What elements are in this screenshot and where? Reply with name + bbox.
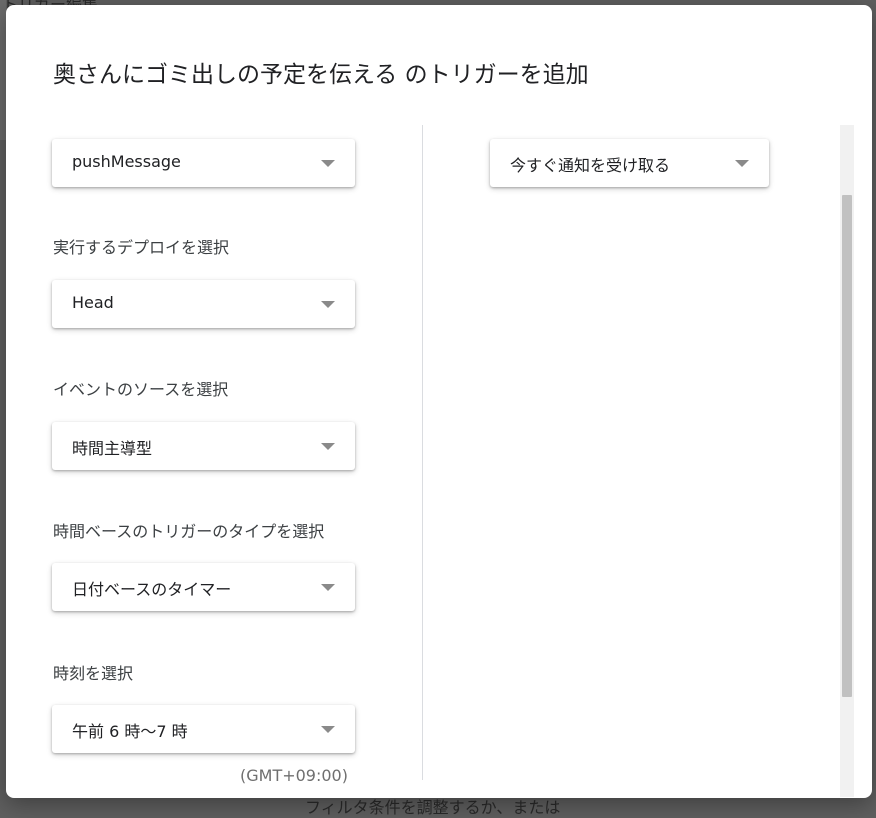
- triangle-down-icon: [735, 160, 749, 167]
- deployment-select-value: Head: [72, 293, 114, 312]
- scrollbar-thumb[interactable]: [842, 195, 852, 697]
- timezone-note: (GMT+09:00): [240, 766, 348, 785]
- time-label: 時刻を選択: [53, 664, 134, 683]
- triangle-down-icon: [321, 301, 335, 308]
- dialog-title: 奥さんにゴミ出しの予定を伝える のトリガーを追加: [53, 62, 589, 88]
- column-divider: [422, 125, 423, 780]
- trigger-type-label: 時間ベースのトリガーのタイプを選択: [53, 522, 325, 541]
- trigger-type-select-value: 日付ベースのタイマー: [72, 580, 232, 599]
- trigger-type-select[interactable]: 日付ベースのタイマー: [52, 563, 355, 611]
- triangle-down-icon: [321, 160, 335, 167]
- add-trigger-dialog: 奥さんにゴミ出しの予定を伝える のトリガーを追加 pushMessage 実行す…: [6, 5, 872, 798]
- time-select[interactable]: 午前 6 時～7 時: [52, 705, 355, 753]
- triangle-down-icon: [321, 443, 335, 450]
- function-select-value: pushMessage: [72, 152, 181, 171]
- event-source-label: イベントのソースを選択: [53, 380, 229, 399]
- time-select-value: 午前 6 時～7 時: [72, 722, 188, 741]
- triangle-down-icon: [321, 584, 335, 591]
- event-source-select[interactable]: 時間主導型: [52, 422, 355, 470]
- notification-select[interactable]: 今すぐ通知を受け取る: [490, 139, 769, 187]
- function-select[interactable]: pushMessage: [52, 139, 355, 187]
- event-source-select-value: 時間主導型: [72, 439, 153, 458]
- triangle-down-icon: [321, 726, 335, 733]
- notification-select-value: 今すぐ通知を受け取る: [510, 156, 671, 175]
- deployment-label: 実行するデプロイを選択: [53, 238, 230, 257]
- deployment-select[interactable]: Head: [52, 280, 355, 328]
